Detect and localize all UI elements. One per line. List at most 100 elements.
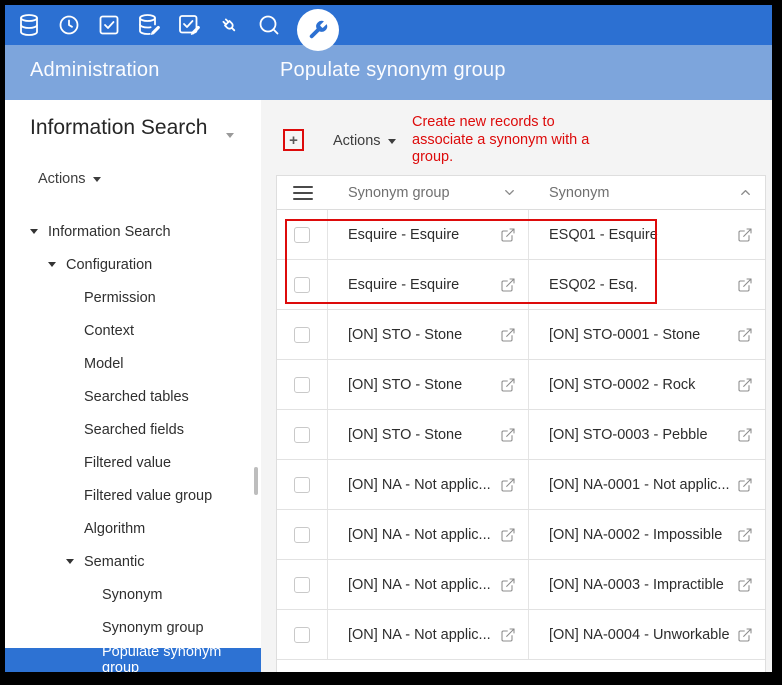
sidebar-item-information-search[interactable]: Information Search: [5, 215, 261, 248]
synonym-group-cell: [ON] NA - Not applic...: [328, 560, 529, 609]
sidebar-item-synonym[interactable]: Synonym: [5, 578, 261, 611]
sidebar-item-semantic[interactable]: Semantic: [5, 545, 261, 578]
sidebar-item-searched-fields[interactable]: Searched fields: [5, 413, 261, 446]
sidebar-item-label: Information Search: [48, 224, 171, 240]
table-row: [ON] NA - Not applic...[ON] NA-0001 - No…: [277, 460, 765, 510]
chevron-up-icon[interactable]: [738, 185, 753, 200]
toolbar-clock-button[interactable]: [57, 13, 81, 37]
external-link-icon[interactable]: [737, 427, 753, 443]
external-link-icon[interactable]: [737, 527, 753, 543]
toolbar-database-edit-button[interactable]: [137, 13, 161, 37]
toolbar-plug-button[interactable]: [217, 13, 241, 37]
check-square-edit-icon: [177, 13, 201, 37]
chevron-down-icon: [93, 177, 101, 182]
row-checkbox[interactable]: [294, 327, 310, 343]
tree-expand-icon[interactable]: [30, 229, 48, 234]
synonym-cell: ESQ02 - Esq.: [529, 260, 765, 309]
list-menu-icon[interactable]: [293, 186, 313, 200]
row-select-cell: [277, 560, 328, 609]
external-link-icon[interactable]: [737, 377, 753, 393]
external-link-icon[interactable]: [737, 327, 753, 343]
synonym-cell: ESQ01 - Esquire: [529, 210, 765, 259]
toolbar-wrench-button[interactable]: [297, 9, 339, 51]
sidebar-item-model[interactable]: Model: [5, 347, 261, 380]
sidebar-title-chevron-down-icon[interactable]: [226, 125, 234, 143]
external-link-icon[interactable]: [500, 327, 516, 343]
column-header-synonym-group[interactable]: Synonym group: [328, 185, 529, 201]
row-checkbox[interactable]: [294, 427, 310, 443]
external-link-icon[interactable]: [500, 627, 516, 643]
external-link-icon[interactable]: [737, 627, 753, 643]
synonym-value: [ON] STO-0001 - Stone: [549, 327, 731, 343]
sidebar-scrollbar[interactable]: [254, 467, 258, 495]
external-link-icon[interactable]: [737, 277, 753, 293]
list-actions-dropdown[interactable]: Actions: [333, 133, 396, 149]
external-link-icon[interactable]: [737, 477, 753, 493]
toolbar-search-button[interactable]: [257, 13, 281, 37]
sidebar-item-searched-tables[interactable]: Searched tables: [5, 380, 261, 413]
table-body: Esquire - EsquireESQ01 - EsquireEsquire …: [277, 210, 765, 672]
external-link-icon[interactable]: [500, 527, 516, 543]
sidebar-item-populate-synonym-group[interactable]: Populate synonym group: [5, 644, 261, 672]
sidebar-item-label: Filtered value group: [84, 488, 212, 504]
synonym-group-value: Esquire - Esquire: [348, 227, 494, 243]
external-link-icon[interactable]: [500, 577, 516, 593]
sidebar-item-context[interactable]: Context: [5, 314, 261, 347]
external-link-icon[interactable]: [500, 427, 516, 443]
synonym-cell: [ON] STO-0003 - Pebble: [529, 410, 765, 459]
chevron-down-icon[interactable]: [502, 185, 517, 200]
synonym-group-cell: [ON] NA - Not applic...: [328, 460, 529, 509]
external-link-icon[interactable]: [500, 377, 516, 393]
column-label: Synonym: [549, 185, 732, 201]
sidebar: Information Search Actions Information S…: [5, 100, 261, 672]
toolbar-check-square-button[interactable]: [97, 13, 121, 37]
check-square-icon: [97, 13, 121, 37]
synonym-cell: [ON] NA-0003 - Impractible: [529, 560, 765, 609]
row-checkbox[interactable]: [294, 227, 310, 243]
synonym-group-cell: Esquire - Esquire: [328, 210, 529, 259]
sidebar-item-label: Permission: [84, 290, 156, 306]
row-checkbox[interactable]: [294, 277, 310, 293]
synonym-cell: [ON] NA-0004 - Unworkable: [529, 610, 765, 659]
chevron-down-icon: [388, 139, 396, 144]
row-checkbox[interactable]: [294, 477, 310, 493]
synonym-group-cell: [ON] NA - Not applic...: [328, 610, 529, 659]
header-band: Administration Populate synonym group: [5, 45, 772, 100]
toolbar-database-button[interactable]: [17, 13, 41, 37]
row-checkbox[interactable]: [294, 527, 310, 543]
external-link-icon[interactable]: [737, 227, 753, 243]
external-link-icon[interactable]: [737, 577, 753, 593]
row-select-cell: [277, 210, 328, 259]
records-table: Synonym group Synonym Esquire - Esquire E…: [276, 175, 766, 672]
sidebar-item-configuration[interactable]: Configuration: [5, 248, 261, 281]
synonym-group-value: [ON] NA - Not applic...: [348, 577, 494, 593]
external-link-icon[interactable]: [500, 277, 516, 293]
sidebar-item-label: Model: [84, 356, 124, 372]
external-link-icon[interactable]: [500, 227, 516, 243]
synonym-value: ESQ02 - Esq.: [549, 277, 731, 293]
row-checkbox[interactable]: [294, 627, 310, 643]
external-link-icon[interactable]: [500, 477, 516, 493]
toolbar-check-square-edit-button[interactable]: [177, 13, 201, 37]
main-area: Information Search Actions Information S…: [5, 100, 772, 672]
app-window: Administration Populate synonym group In…: [5, 5, 772, 672]
sidebar-item-filtered-value-group[interactable]: Filtered value group: [5, 479, 261, 512]
sidebar-actions-dropdown[interactable]: Actions: [38, 171, 101, 187]
tree-expand-icon[interactable]: [48, 262, 66, 267]
synonym-group-value: [ON] NA - Not applic...: [348, 477, 494, 493]
sidebar-item-synonym-group[interactable]: Synonym group: [5, 611, 261, 644]
clock-icon: [57, 13, 81, 37]
sidebar-item-filtered-value[interactable]: Filtered value: [5, 446, 261, 479]
wrench-icon: [307, 19, 329, 41]
top-toolbar: [5, 5, 772, 45]
new-record-button[interactable]: +: [283, 129, 304, 151]
tree-expand-icon[interactable]: [66, 559, 84, 564]
sidebar-item-algorithm[interactable]: Algorithm: [5, 512, 261, 545]
row-checkbox[interactable]: [294, 577, 310, 593]
search-icon: [257, 13, 281, 37]
sidebar-item-label: Filtered value: [84, 455, 171, 471]
column-header-synonym[interactable]: Synonym: [529, 185, 765, 201]
row-checkbox[interactable]: [294, 377, 310, 393]
column-label: Synonym group: [348, 185, 496, 201]
sidebar-item-permission[interactable]: Permission: [5, 281, 261, 314]
